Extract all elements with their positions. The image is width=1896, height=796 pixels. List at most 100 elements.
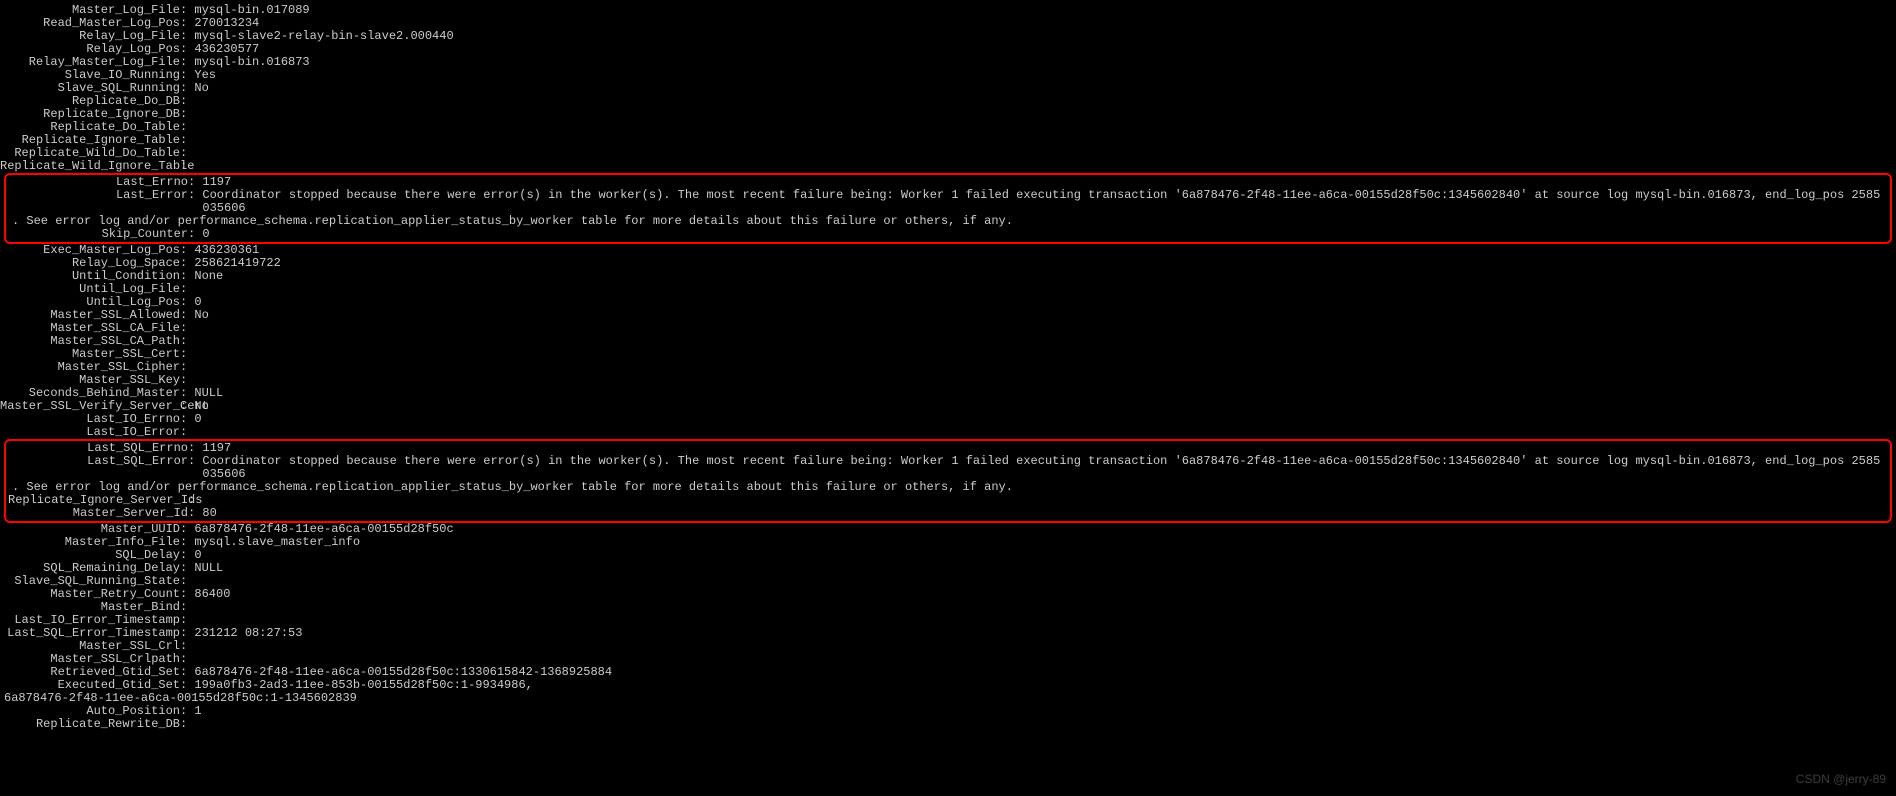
field-value: mysql-bin.016873 <box>194 56 1896 69</box>
field-value: NULL <box>194 387 1896 400</box>
separator: : <box>188 507 202 520</box>
status-row-master-ssl-ca-file: Master_SSL_CA_File: <box>0 322 1896 335</box>
field-value: mysql-slave2-relay-bin-slave2.000440 <box>194 30 1896 43</box>
status-row-master-ssl-cert: Master_SSL_Cert: <box>0 348 1896 361</box>
field-value <box>194 614 1896 627</box>
status-row-replicate-ignore-db: Replicate_Ignore_DB: <box>0 108 1896 121</box>
error-highlight-box-1: Last_Errno: 1197Last_Error: Coordinator … <box>4 173 1892 244</box>
separator: : <box>180 426 194 439</box>
field-value: 258621419722 <box>194 257 1896 270</box>
field-value <box>194 335 1896 348</box>
field-value: 199a0fb3-2ad3-11ee-853b-00155d28f50c:1-9… <box>194 679 1896 692</box>
field-value <box>194 108 1896 121</box>
field-value <box>194 718 1896 731</box>
field-value: Yes <box>194 69 1896 82</box>
error-wrap-line: . See error log and/or performance_schem… <box>8 215 1888 228</box>
field-value: Coordinator stopped because there were e… <box>202 189 1888 215</box>
mysql-slave-status-output: Master_Log_File: mysql-bin.017089Read_Ma… <box>0 4 1896 731</box>
field-value <box>194 361 1896 374</box>
field-value: 6a878476-2f48-11ee-a6ca-00155d28f50c <box>194 523 1896 536</box>
separator: : <box>188 189 202 215</box>
status-row-until-log-file: Until_Log_File: <box>0 283 1896 296</box>
field-value: NULL <box>194 562 1896 575</box>
status-row-relay-master-log-file: Relay_Master_Log_File: mysql-bin.016873 <box>0 56 1896 69</box>
field-value <box>194 348 1896 361</box>
status-row-until-condition: Until_Condition: None <box>0 270 1896 283</box>
status-row-last-error: Last_Error: Coordinator stopped because … <box>8 189 1888 215</box>
field-value <box>194 640 1896 653</box>
status-row-master-ssl-key: Master_SSL_Key: <box>0 374 1896 387</box>
field-value <box>194 95 1896 108</box>
status-row-master-info-file: Master_Info_File: mysql.slave_master_inf… <box>0 536 1896 549</box>
field-value: 231212 08:27:53 <box>194 627 1896 640</box>
status-row-replicate-do-table: Replicate_Do_Table: <box>0 121 1896 134</box>
field-value: No <box>194 309 1896 322</box>
field-value <box>194 121 1896 134</box>
field-value <box>194 575 1896 588</box>
field-value: mysql.slave_master_info <box>194 536 1896 549</box>
csdn-watermark: CSDN @jerry-89 <box>1796 773 1886 786</box>
field-value: Coordinator stopped because there were e… <box>202 455 1888 481</box>
field-value: 436230361 <box>194 244 1896 257</box>
field-value: 0 <box>194 296 1896 309</box>
status-row-replicate-wild-ignore-table: Replicate_Wild_Ignore_Table: <box>0 160 1896 173</box>
status-row-replicate-rewrite-db: Replicate_Rewrite_DB: <box>0 718 1896 731</box>
status-row-slave-sql-running: Slave_SQL_Running: No <box>0 82 1896 95</box>
status-row-last-sql-error-timestamp: Last_SQL_Error_Timestamp: 231212 08:27:5… <box>0 627 1896 640</box>
field-value <box>202 494 1888 507</box>
status-row-master-ssl-allowed: Master_SSL_Allowed: No <box>0 309 1896 322</box>
field-value: 0 <box>194 413 1896 426</box>
status-row-master-ssl-cipher: Master_SSL_Cipher: <box>0 361 1896 374</box>
field-value <box>194 601 1896 614</box>
status-row-seconds-behind-master: Seconds_Behind_Master: NULL <box>0 387 1896 400</box>
field-key: Replicate_Rewrite_DB <box>0 718 180 731</box>
field-key: Last_SQL_Error <box>8 455 188 481</box>
status-row-sql-delay: SQL_Delay: 0 <box>0 549 1896 562</box>
status-row-replicate-wild-do-table: Replicate_Wild_Do_Table: <box>0 147 1896 160</box>
field-value: 436230577 <box>194 43 1896 56</box>
status-row-master-retry-count: Master_Retry_Count: 86400 <box>0 588 1896 601</box>
gtid-wrap-line: 6a878476-2f48-11ee-a6ca-00155d28f50c:1-1… <box>0 692 1896 705</box>
field-key: Last_IO_Error <box>0 426 180 439</box>
error-wrap-line: . See error log and/or performance_schem… <box>8 481 1888 494</box>
field-value: 0 <box>194 549 1896 562</box>
status-row-auto-position: Auto_Position: 1 <box>0 705 1896 718</box>
field-value <box>194 322 1896 335</box>
status-row-master-log-file: Master_Log_File: mysql-bin.017089 <box>0 4 1896 17</box>
field-value: No <box>194 82 1896 95</box>
status-row-master-ssl-ca-path: Master_SSL_CA_Path: <box>0 335 1896 348</box>
status-row-skip-counter: Skip_Counter: 0 <box>8 228 1888 241</box>
status-row-replicate-do-db: Replicate_Do_DB: <box>0 95 1896 108</box>
status-row-master-ssl-verify-server-cert: Master_SSL_Verify_Server_Cert: No <box>0 400 1896 413</box>
status-row-slave-sql-running-state: Slave_SQL_Running_State: <box>0 575 1896 588</box>
field-value: mysql-bin.017089 <box>194 4 1896 17</box>
status-row-exec-master-log-pos: Exec_Master_Log_Pos: 436230361 <box>0 244 1896 257</box>
status-row-last-sql-error: Last_SQL_Error: Coordinator stopped beca… <box>8 455 1888 481</box>
status-row-until-log-pos: Until_Log_Pos: 0 <box>0 296 1896 309</box>
field-key: Skip_Counter <box>8 228 188 241</box>
field-value: No <box>194 400 1896 413</box>
status-row-slave-io-running: Slave_IO_Running: Yes <box>0 69 1896 82</box>
status-row-replicate-ignore-server-ids: Replicate_Ignore_Server_Ids: <box>8 494 1888 507</box>
field-value: None <box>194 270 1896 283</box>
status-row-relay-log-file: Relay_Log_File: mysql-slave2-relay-bin-s… <box>0 30 1896 43</box>
status-row-master-server-id: Master_Server_Id: 80 <box>8 507 1888 520</box>
field-value <box>194 283 1896 296</box>
status-row-replicate-ignore-table: Replicate_Ignore_Table: <box>0 134 1896 147</box>
status-row-relay-log-space: Relay_Log_Space: 258621419722 <box>0 257 1896 270</box>
status-row-last-io-error: Last_IO_Error: <box>0 426 1896 439</box>
separator: : <box>180 718 194 731</box>
field-value <box>194 134 1896 147</box>
status-row-master-ssl-crl: Master_SSL_Crl: <box>0 640 1896 653</box>
field-value <box>194 374 1896 387</box>
status-row-last-io-errno: Last_IO_Errno: 0 <box>0 413 1896 426</box>
separator: : <box>180 160 194 173</box>
status-row-sql-remaining-delay: SQL_Remaining_Delay: NULL <box>0 562 1896 575</box>
status-row-master-bind: Master_Bind: <box>0 601 1896 614</box>
field-key: Last_Error <box>8 189 188 215</box>
field-key: Replicate_Wild_Ignore_Table <box>0 160 180 173</box>
separator: : <box>188 455 202 481</box>
field-value: 86400 <box>194 588 1896 601</box>
field-value <box>194 147 1896 160</box>
field-value: 0 <box>202 228 1888 241</box>
